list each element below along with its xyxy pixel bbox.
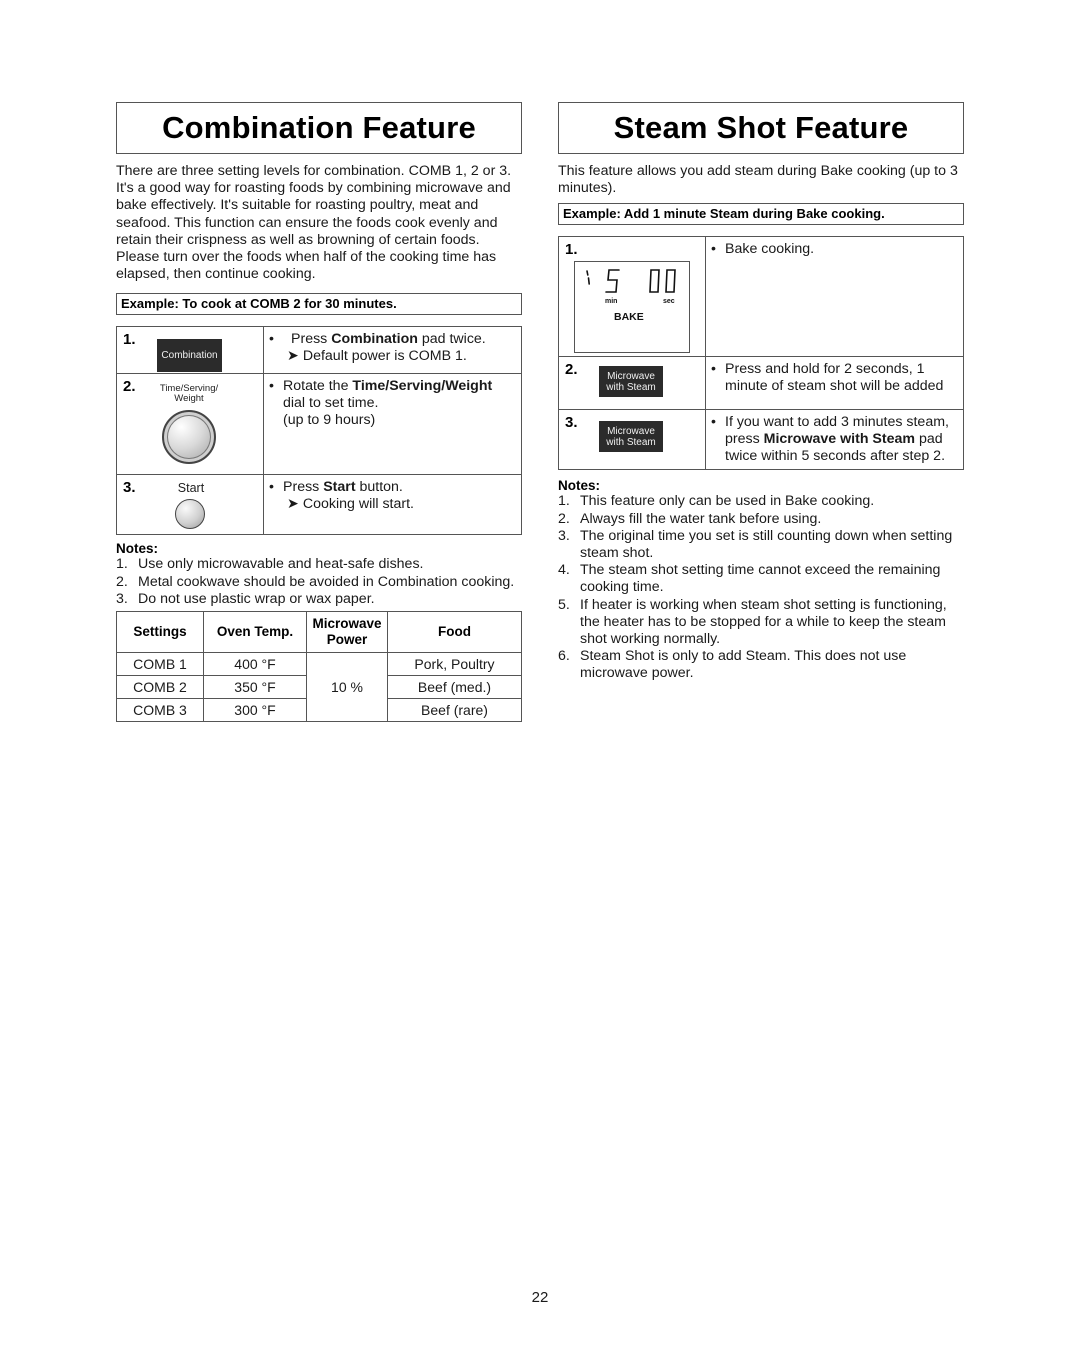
table-row: COMB 1 400 °F 10 % Pork, Poultry	[116, 652, 522, 723]
lcd-min-label: min	[605, 298, 617, 305]
start-button-icon	[175, 499, 205, 530]
lcd-display: min sec BAKE	[574, 261, 690, 354]
step-row: 3. Microwave with Steam • If you want to…	[558, 409, 964, 471]
note-item: 4. The steam shot setting time cannot exc…	[558, 562, 941, 596]
steam-intro: This feature allows you add steam during…	[558, 163, 958, 197]
page-number: 22	[531, 1289, 549, 1306]
steam-shot-section: Steam Shot Feature This feature allows y…	[558, 102, 964, 683]
combination-example: Example: To cook at COMB 2 for 30 minute…	[116, 293, 522, 316]
start-name: Start	[323, 479, 356, 496]
combination-title-box: Combination Feature	[116, 102, 522, 154]
step-row: 2. Microwave with Steam • Press and hold…	[558, 356, 964, 411]
bullet: •	[269, 331, 274, 348]
note-item: 2. Metal cookwave should be avoided in Co…	[116, 573, 515, 590]
step-number: 1.	[565, 241, 578, 259]
lcd-sec-label: sec	[663, 298, 675, 305]
header-oven-temp: Oven Temp.	[203, 611, 307, 654]
steam-notes-title: Notes:	[558, 478, 601, 494]
combination-pad-label: Combination	[161, 350, 218, 362]
steam-example: Example: Add 1 minute Steam during Bake …	[558, 203, 964, 226]
steam-title: Steam Shot Feature	[613, 110, 909, 145]
lcd-digits-icon: min sec BAKE	[586, 269, 676, 323]
combination-pad-name: Combination	[331, 331, 418, 348]
start-button-label: Start	[177, 481, 205, 496]
step-row: 1. Combination • Press Combination pad t…	[116, 326, 522, 375]
combination-intro: There are three setting levels for combi…	[116, 163, 512, 283]
step-row: 2. Time/Serving/ Weight • Rotate the Tim…	[116, 373, 522, 476]
bullet: •	[711, 241, 716, 258]
step-row: 3. Start • Press Start button. ➤ Cooking…	[116, 474, 522, 536]
lcd-mode-label: BAKE	[614, 311, 644, 323]
step-subnote: ➤ Default power is COMB 1.	[287, 348, 467, 365]
bullet: •	[269, 378, 274, 395]
step-number: 1.	[123, 331, 136, 349]
combination-steps-table: 1. Combination • Press Combination pad t…	[116, 326, 522, 536]
header-food: Food	[387, 611, 522, 654]
note-item: 3. The original time you set is still cou…	[558, 527, 953, 562]
microwave-power-value: 10 %	[306, 652, 388, 723]
note-item: 5. If heater is working when steam shot s…	[558, 596, 947, 648]
note-item: 3. Do not use plastic wrap or wax paper.	[116, 590, 375, 607]
combination-title: Combination Feature	[162, 110, 476, 145]
time-serving-weight-dial-icon	[162, 410, 216, 465]
microwave-with-steam-pad-icon: Microwave with Steam	[599, 366, 663, 398]
step-subnote: ➤ Cooking will start.	[287, 496, 415, 513]
combination-notes-list: 1. Use only microwavable and heat-safe di…	[116, 556, 522, 608]
steam-notes-list: 1. This feature only can be used in Bake …	[558, 493, 964, 682]
step-number: 2.	[565, 361, 578, 379]
combination-pad-icon: Combination	[157, 339, 222, 373]
note-item: 6. Steam Shot is only to add Steam. This …	[558, 648, 907, 682]
note-item: 1. This feature only can be used in Bake …	[558, 493, 875, 510]
step-number: 3.	[565, 414, 578, 432]
header-microwave-power: Microwave Power	[306, 611, 388, 654]
combination-settings-table: Settings Oven Temp. Microwave Power Food …	[116, 611, 522, 723]
note-item: 1. Use only microwavable and heat-safe di…	[116, 556, 424, 573]
bullet: •	[711, 414, 716, 431]
note-item: 2. Always fill the water tank before usin…	[558, 510, 822, 527]
dial-label: Time/Serving/ Weight	[159, 383, 219, 405]
step-number: 3.	[123, 479, 136, 497]
step-row: 1. min sec BAKE • Bake cooking.	[558, 236, 964, 358]
combination-notes-title: Notes:	[116, 541, 159, 557]
steam-title-box: Steam Shot Feature	[558, 102, 964, 154]
bullet: •	[711, 361, 716, 378]
header-settings: Settings	[116, 611, 204, 654]
steam-steps-table: 1. min sec BAKE • Bake cooking. 2. Micro…	[558, 236, 964, 471]
step-number: 2.	[123, 378, 136, 396]
bullet: •	[269, 479, 274, 496]
microwave-with-steam-pad-icon: Microwave with Steam	[599, 421, 663, 453]
dial-name: Time/Serving/Weight	[352, 378, 493, 395]
microwave-with-steam-name: Microwave with Steam	[763, 431, 916, 448]
combination-section: Combination Feature There are three sett…	[116, 102, 522, 723]
table-header-row: Settings Oven Temp. Microwave Power Food	[116, 611, 522, 654]
